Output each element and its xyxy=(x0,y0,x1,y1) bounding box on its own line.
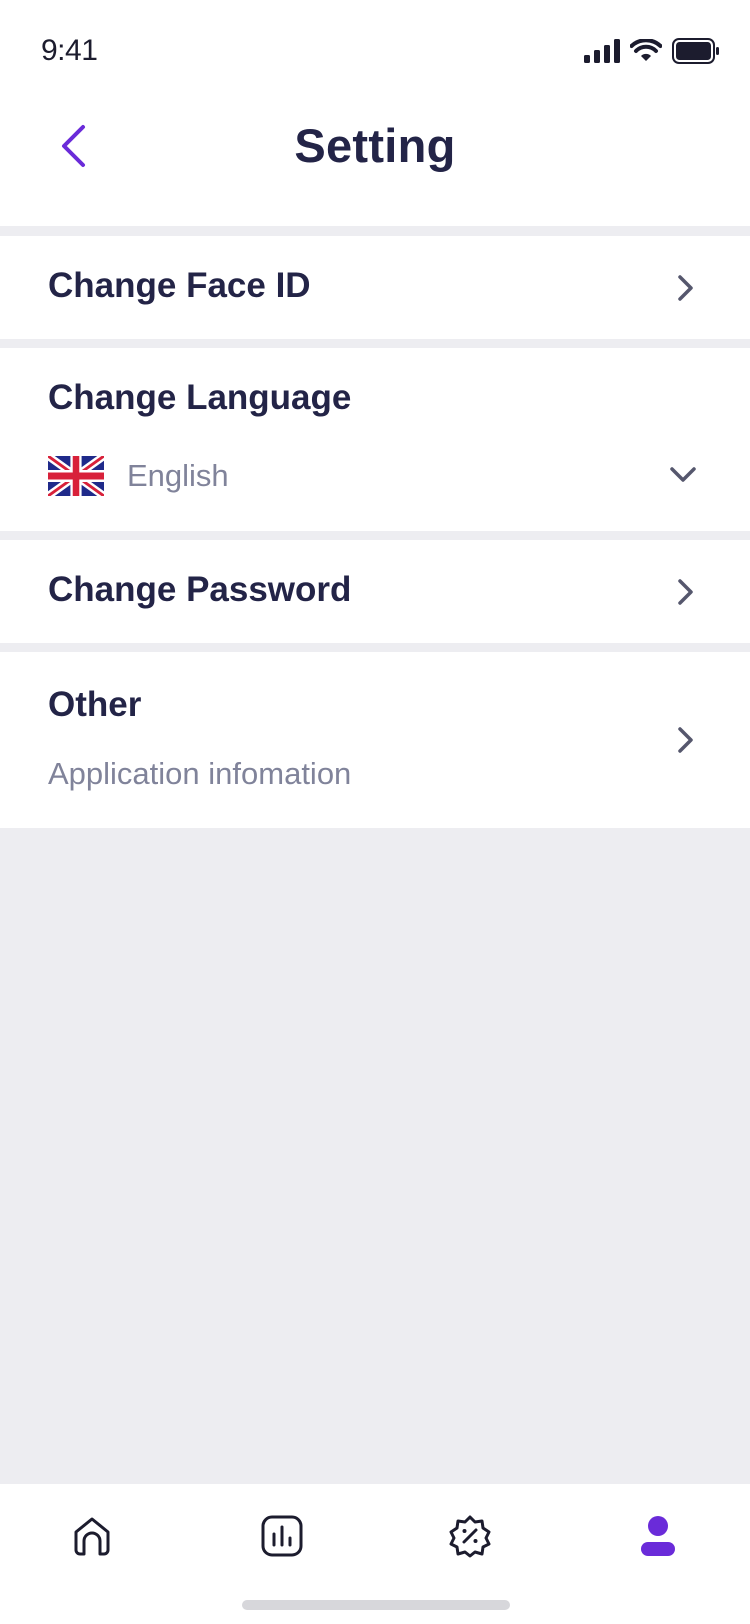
setting-item-subtitle: Application infomation xyxy=(48,756,352,791)
home-indicator xyxy=(242,1600,510,1610)
tab-bar xyxy=(0,1484,750,1624)
chevron-down-icon[interactable] xyxy=(668,461,698,487)
setting-item-language[interactable]: Change Language English xyxy=(0,348,750,531)
status-time: 9:41 xyxy=(41,34,98,67)
header: Setting xyxy=(0,100,750,226)
setting-item-face-id[interactable]: Change Face ID xyxy=(0,236,750,339)
signal-icon xyxy=(584,39,620,63)
status-icons xyxy=(584,36,720,66)
home-icon xyxy=(74,1517,110,1556)
profile-icon xyxy=(641,1516,675,1556)
setting-item-label: Change Password xyxy=(48,570,352,609)
setting-item-password[interactable]: Change Password xyxy=(0,540,750,643)
setting-item-label: Change Language xyxy=(48,378,352,417)
battery-icon xyxy=(672,38,719,64)
chevron-right-icon xyxy=(678,579,693,605)
setting-item-label: Other xyxy=(48,685,142,724)
setting-item-other[interactable]: Other Application infomation xyxy=(0,652,750,828)
discount-badge-icon xyxy=(449,1515,491,1558)
chevron-right-icon xyxy=(678,727,693,753)
tab-statistics[interactable] xyxy=(252,1506,312,1566)
chart-icon xyxy=(261,1515,303,1557)
setting-item-label: Change Face ID xyxy=(48,266,311,305)
language-value: English xyxy=(127,458,229,493)
status-bar: 9:41 xyxy=(0,0,750,100)
chevron-right-icon xyxy=(678,275,693,301)
wifi-icon xyxy=(630,39,662,61)
tab-home[interactable] xyxy=(62,1506,122,1566)
uk-flag-icon xyxy=(48,456,104,496)
tab-profile[interactable] xyxy=(628,1506,688,1566)
page-title: Setting xyxy=(294,119,456,172)
tab-promotions[interactable] xyxy=(440,1506,500,1566)
